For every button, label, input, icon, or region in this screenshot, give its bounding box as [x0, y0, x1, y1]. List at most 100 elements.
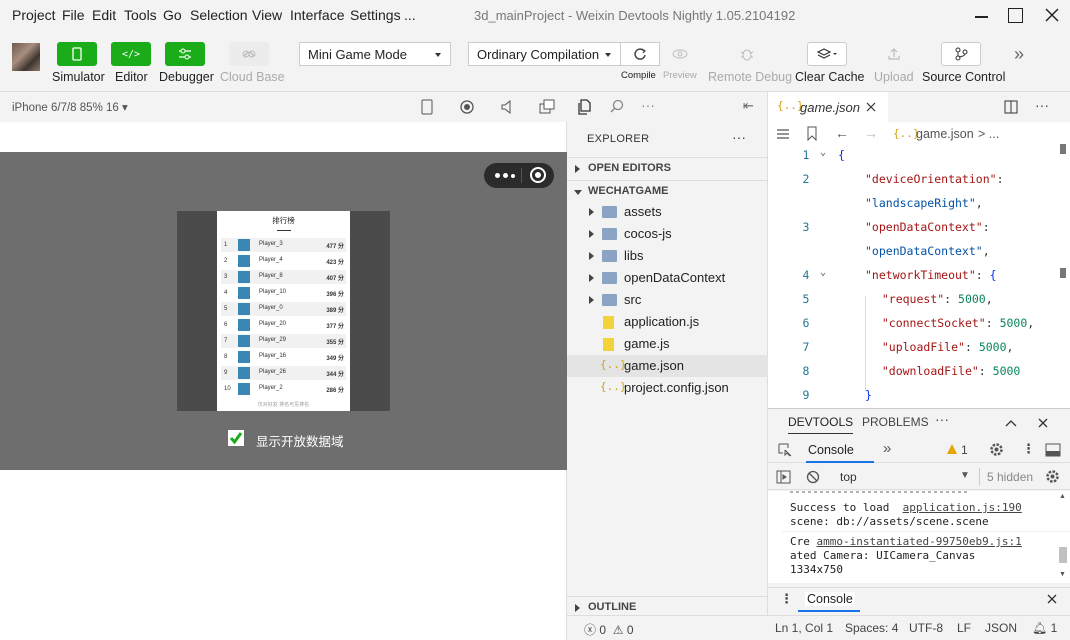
- gear-icon[interactable]: [1045, 469, 1060, 484]
- console-scrollbar[interactable]: ▲ ▼: [1056, 491, 1070, 583]
- tab-devtools[interactable]: DEVTOOLS: [788, 415, 854, 434]
- problems-indicator[interactable]: ⓧ 0 ⚠ 0: [584, 621, 634, 638]
- device-select[interactable]: iPhone 6/7/8 85% 16 ▾: [12, 100, 128, 114]
- indentation[interactable]: Spaces: 4: [845, 621, 898, 635]
- tab-problems[interactable]: PROBLEMS: [862, 415, 929, 429]
- scrollbar-thumb[interactable]: [1060, 144, 1066, 154]
- close-drawer-icon[interactable]: [1047, 594, 1057, 604]
- inspect-icon[interactable]: [778, 443, 792, 457]
- editor-tab-game-json[interactable]: {..} game.json: [768, 92, 888, 122]
- minimize-icon[interactable]: [966, 4, 996, 28]
- detach-window-icon[interactable]: [539, 99, 555, 115]
- search-icon[interactable]: [609, 99, 625, 115]
- menu-go[interactable]: Go: [163, 7, 182, 23]
- open-editors-section[interactable]: OPEN EDITORS: [567, 157, 768, 179]
- back-arrow-icon[interactable]: ←: [835, 125, 849, 141]
- code-line[interactable]: 3 "openDataContext":: [768, 216, 1070, 240]
- menu-settings[interactable]: Settings: [350, 7, 401, 23]
- explorer-item-cocos-js[interactable]: cocos-js: [567, 223, 768, 245]
- explorer-item-game-json[interactable]: {..} game.json: [567, 355, 768, 377]
- sidebar-toggle-icon[interactable]: [776, 470, 791, 484]
- collapse-panel-icon[interactable]: ⇤: [743, 98, 754, 114]
- menu-interface[interactable]: Interface: [290, 7, 344, 23]
- clear-console-icon[interactable]: [806, 470, 820, 484]
- open-data-checkbox[interactable]: [228, 430, 244, 446]
- record-icon[interactable]: [459, 99, 475, 115]
- notifications[interactable]: 🔔︎ 1: [1032, 621, 1057, 635]
- encoding[interactable]: UTF-8: [909, 621, 943, 635]
- code-line[interactable]: 1 {⌄: [768, 144, 1070, 168]
- remote-debug-button[interactable]: [727, 42, 767, 66]
- forward-arrow-icon[interactable]: →: [864, 125, 878, 141]
- close-panel-icon[interactable]: [1038, 418, 1048, 428]
- more-actions-icon[interactable]: ···: [641, 97, 655, 113]
- avatar[interactable]: [12, 43, 40, 71]
- code-line[interactable]: 5 "request": 5000,: [768, 288, 1070, 312]
- simulator-button[interactable]: [57, 42, 97, 66]
- cursor-position[interactable]: Ln 1, Col 1: [775, 621, 833, 635]
- hidden-count[interactable]: 5 hidden: [987, 470, 1033, 484]
- explorer-item-assets[interactable]: assets: [567, 201, 768, 223]
- game-canvas[interactable]: 排行榜 1 Player_3 477 分 2 Player_4 423 分 3 Player_…: [0, 152, 567, 470]
- explorer-item-libs[interactable]: libs: [567, 245, 768, 267]
- source-control-button[interactable]: [941, 42, 981, 66]
- more-options-icon[interactable]: [494, 168, 518, 183]
- explorer-item-project-config-json[interactable]: {..} project.config.json: [567, 377, 768, 399]
- compile-button[interactable]: [620, 42, 660, 66]
- menu-project[interactable]: Project: [12, 7, 56, 23]
- editor-more-icon[interactable]: ···: [1035, 97, 1049, 113]
- code-line[interactable]: "landscapeRight",: [768, 192, 1070, 216]
- code-line[interactable]: "openDataContext",: [768, 240, 1070, 264]
- mode-select[interactable]: Mini Game Mode: [299, 42, 451, 66]
- gear-icon[interactable]: [989, 442, 1004, 457]
- editor-button[interactable]: </>: [111, 42, 151, 66]
- context-select[interactable]: top ▼: [832, 466, 972, 488]
- menu-selection[interactable]: Selection: [190, 7, 248, 23]
- language-mode[interactable]: JSON: [985, 621, 1017, 635]
- menu-edit[interactable]: Edit: [92, 7, 116, 23]
- code-line[interactable]: 2 "deviceOrientation":: [768, 168, 1070, 192]
- code-line[interactable]: 7 "uploadFile": 5000,: [768, 336, 1070, 360]
- explorer-item-game-js[interactable]: game.js: [567, 333, 768, 355]
- fold-chevron-icon[interactable]: ⌄: [820, 147, 826, 158]
- chevron-right-double-icon[interactable]: »: [1014, 44, 1024, 65]
- exit-circle-icon[interactable]: [530, 167, 546, 183]
- fold-chevron-icon[interactable]: ⌄: [820, 267, 826, 278]
- code-line[interactable]: 8 "downloadFile": 5000: [768, 360, 1070, 384]
- chevron-right-double-icon[interactable]: »: [883, 440, 891, 457]
- menu-tools[interactable]: Tools: [124, 7, 157, 23]
- bookmark-icon[interactable]: [806, 126, 818, 141]
- log-source-link[interactable]: application.js:190: [903, 501, 1022, 514]
- close-tab-icon[interactable]: [866, 102, 876, 112]
- files-icon[interactable]: [577, 99, 593, 115]
- compilation-select[interactable]: Ordinary Compilation: [468, 42, 621, 66]
- code-line[interactable]: 6 "connectSocket": 5000,: [768, 312, 1070, 336]
- maximize-icon[interactable]: [1001, 4, 1031, 28]
- upload-button[interactable]: [874, 42, 914, 66]
- menu-view[interactable]: View: [252, 7, 282, 23]
- breadcrumb-file[interactable]: game.json: [916, 127, 974, 141]
- drawer-console-tab[interactable]: Console: [805, 592, 855, 606]
- split-editor-icon[interactable]: [1004, 100, 1018, 114]
- debugger-button[interactable]: [165, 42, 205, 66]
- phone-icon[interactable]: [420, 99, 434, 115]
- explorer-more-icon[interactable]: ···: [732, 129, 746, 145]
- code-area[interactable]: 1 {⌄ 2 "deviceOrientation": "landscapeRight"…: [768, 144, 1070, 408]
- kebab-menu-icon[interactable]: ⋮: [1022, 441, 1035, 457]
- list-icon[interactable]: [776, 128, 790, 140]
- devtools-more-icon[interactable]: ···: [935, 411, 949, 427]
- volume-icon[interactable]: [500, 100, 514, 114]
- drawer-kebab-icon[interactable]: ⋮: [780, 591, 793, 607]
- code-line[interactable]: 4 "networkTimeout": {⌄: [768, 264, 1070, 288]
- menu-more[interactable]: ...: [404, 7, 416, 23]
- clear-cache-button[interactable]: [807, 42, 847, 66]
- close-window-icon[interactable]: [1037, 4, 1067, 28]
- explorer-item-src[interactable]: src: [567, 289, 768, 311]
- breadcrumb-more[interactable]: > ...: [978, 127, 999, 141]
- console-tab[interactable]: Console: [808, 443, 854, 457]
- menu-file[interactable]: File: [62, 7, 85, 23]
- project-section[interactable]: WECHATGAME: [567, 180, 768, 202]
- explorer-item-application-js[interactable]: application.js: [567, 311, 768, 333]
- explorer-item-opendatacontext[interactable]: openDataContext: [567, 267, 768, 289]
- cloud-base-button[interactable]: [229, 42, 269, 66]
